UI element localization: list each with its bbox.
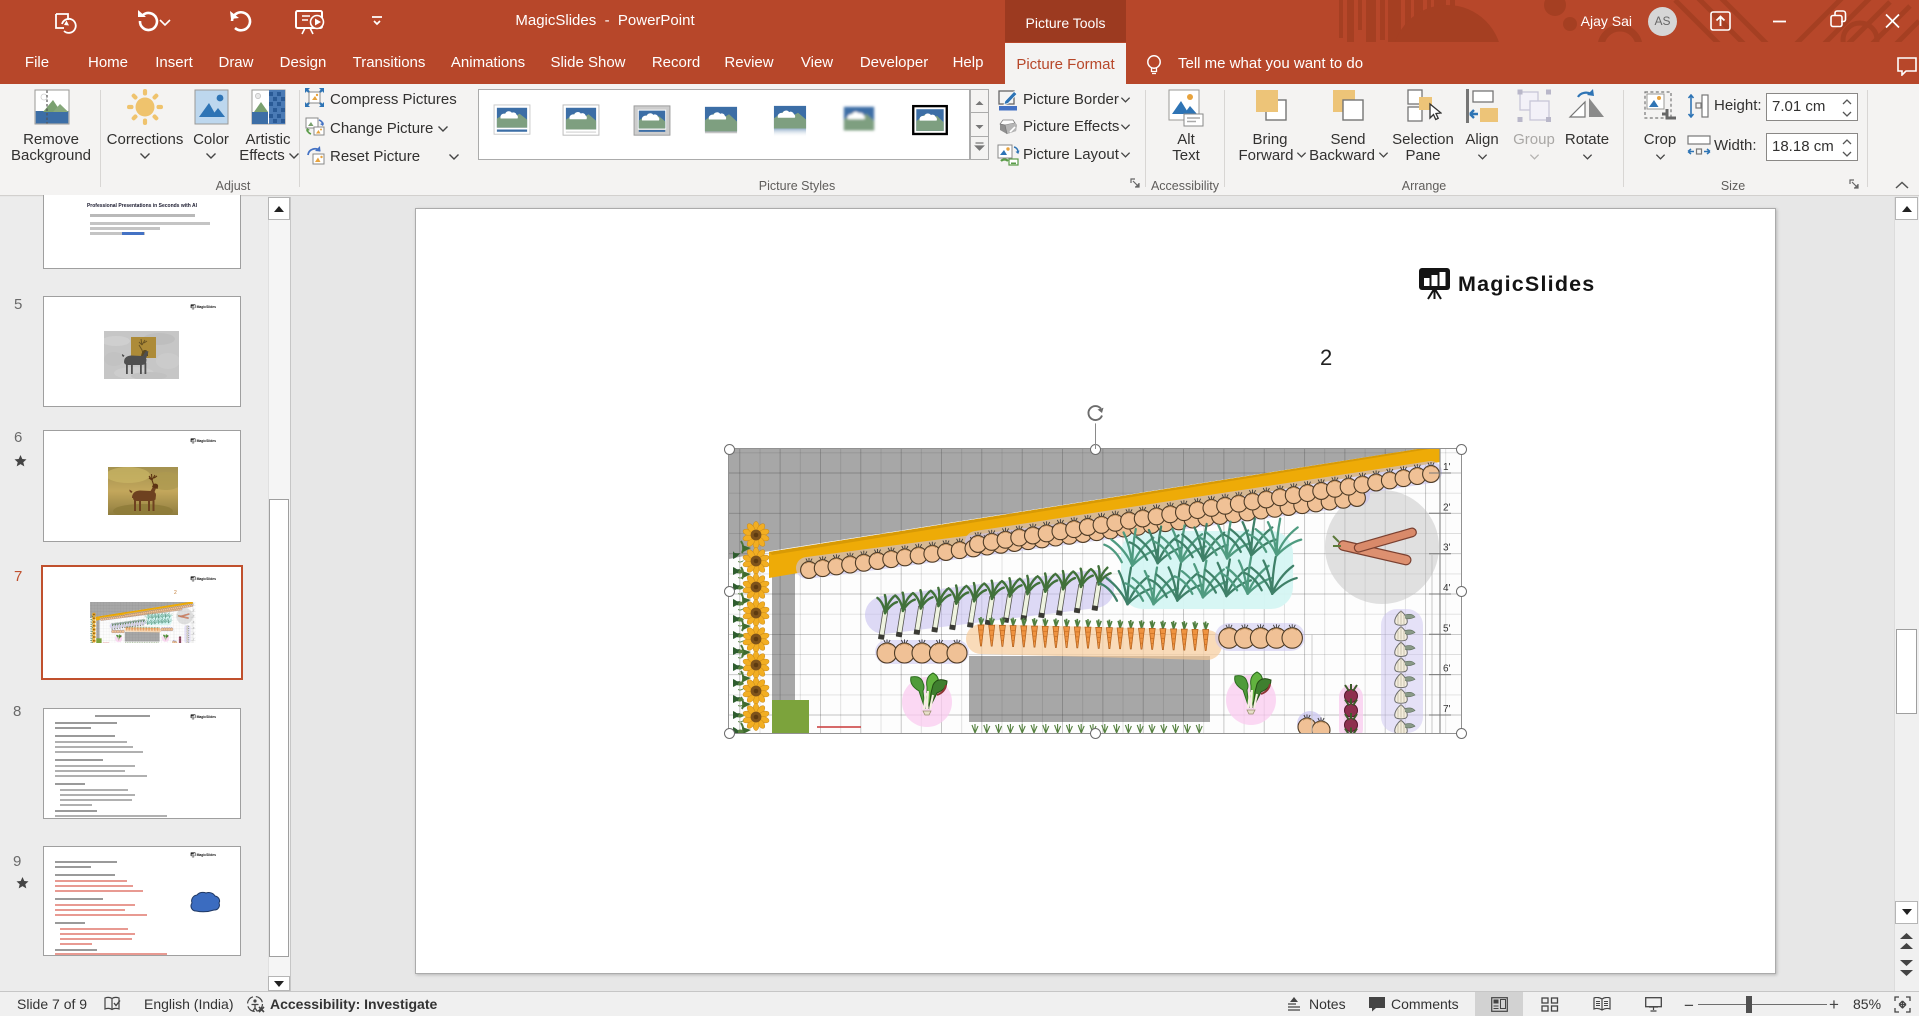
svg-text:MagicSlides: MagicSlides (197, 305, 216, 309)
svg-text:MagicSlides: MagicSlides (1458, 272, 1595, 296)
svg-text:MagicSlides: MagicSlides (197, 439, 216, 443)
svg-text:MagicSlides: MagicSlides (197, 577, 216, 581)
svg-text:MagicSlides: MagicSlides (197, 853, 216, 857)
svg-text:MagicSlides: MagicSlides (197, 715, 216, 719)
